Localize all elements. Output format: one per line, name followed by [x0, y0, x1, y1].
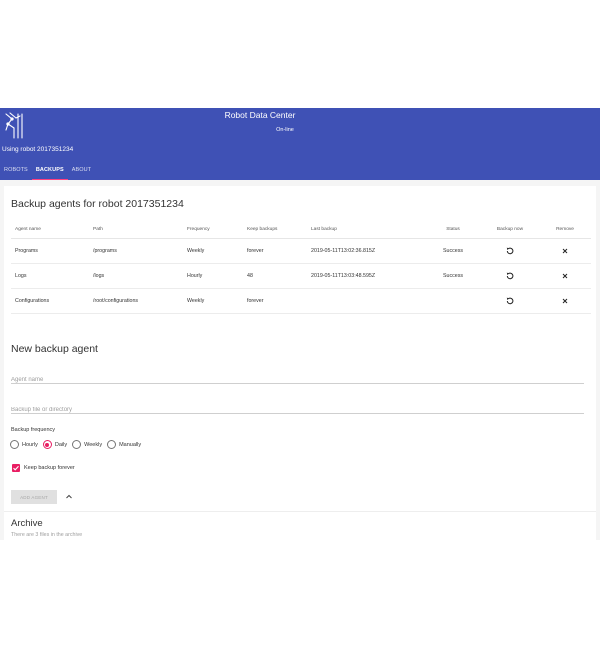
column-header: Remove: [539, 222, 591, 239]
column-header: Agent name: [11, 222, 89, 239]
table-row: Programs /programs Weekly forever 2019-0…: [11, 238, 591, 264]
tab-robots[interactable]: ROBOTS: [0, 164, 32, 180]
column-header: Last backup: [307, 222, 425, 239]
checkmark-icon: [13, 465, 19, 471]
tab-about[interactable]: ABOUT: [68, 164, 95, 180]
column-header: Status: [425, 222, 481, 239]
refresh-icon[interactable]: [505, 246, 515, 256]
backup-path-field: [11, 398, 584, 414]
radio-hourly[interactable]: Hourly: [10, 440, 38, 449]
online-status: On-line: [276, 127, 294, 133]
agent-frequency-cell: Hourly: [183, 263, 243, 289]
radio-label: Hourly: [22, 441, 38, 448]
table-row: Logs /logs Hourly 48 2019-05-11T13:03:48…: [11, 263, 591, 289]
app-header: Robot Data Center On-line Using robot 20…: [0, 108, 600, 180]
archive-subtitle: There are 3 files in the archive: [11, 532, 83, 538]
backup-now-cell: [481, 238, 539, 264]
agent-status-cell: Success: [425, 263, 481, 289]
nav-tabs: ROBOTS BACKUPS ABOUT: [0, 164, 95, 180]
agent-status-cell: [425, 288, 481, 314]
agent-name-cell: Configurations: [11, 288, 89, 314]
radio-label: Weekly: [84, 441, 103, 448]
backups-card: Backup agents for robot 2017351234 Agent…: [4, 186, 596, 540]
agent-path-cell: /root/configurations: [89, 288, 183, 314]
column-header: Backup now: [481, 222, 539, 239]
robot-caption: Using robot 2017351234: [2, 146, 74, 153]
agent-name-cell: Programs: [11, 238, 89, 264]
keep-forever-checkbox-row[interactable]: Keep backup forever: [12, 464, 75, 472]
agent-path-cell: /programs: [89, 238, 183, 264]
agent-keep-cell: forever: [243, 288, 307, 314]
agent-last-backup-cell: [307, 288, 425, 314]
archive-title: Archive: [11, 518, 43, 529]
backup-now-cell: [481, 263, 539, 289]
table-row: Configurations /root/configurations Week…: [11, 288, 591, 314]
tab-backups[interactable]: BACKUPS: [31, 164, 68, 180]
radio-button[interactable]: [107, 440, 117, 449]
app-title: Robot Data Center: [224, 110, 296, 120]
add-agent-button[interactable]: ADD AGENT: [11, 490, 57, 504]
backup-now-cell: [481, 288, 539, 314]
agent-name-cell: Logs: [11, 263, 89, 289]
column-header: Frequency: [183, 222, 243, 239]
agent-frequency-cell: Weekly: [183, 288, 243, 314]
radio-manually[interactable]: Manually: [107, 440, 141, 449]
radio-weekly[interactable]: Weekly: [72, 440, 102, 449]
column-header: Keep backups: [243, 222, 307, 239]
agent-path-cell: /logs: [89, 263, 183, 289]
close-icon[interactable]: [560, 246, 570, 256]
radio-button[interactable]: [72, 440, 82, 449]
close-icon[interactable]: [560, 271, 570, 281]
frequency-radio-group: Hourly Daily Weekly Manually: [10, 440, 146, 449]
radio-button-selected[interactable]: [42, 440, 52, 449]
backup-path-input[interactable]: [11, 403, 584, 413]
agents-table: Agent name Path Frequency Keep backups L…: [11, 222, 591, 314]
radio-daily[interactable]: Daily: [42, 440, 68, 449]
agent-name-input[interactable]: [11, 373, 584, 383]
remove-cell: [539, 288, 591, 314]
agent-name-field: [11, 368, 584, 384]
keep-forever-label: Keep backup forever: [24, 465, 75, 471]
new-agent-section-title: New backup agent: [11, 343, 98, 355]
refresh-icon[interactable]: [505, 296, 515, 306]
chevron-up-icon[interactable]: [64, 492, 74, 502]
table-header-row: Agent name Path Frequency Keep backups L…: [11, 222, 591, 239]
agent-last-backup-cell: 2019-05-11T13:02:36.815Z: [307, 238, 425, 264]
app-window: Robot Data Center On-line Using robot 20…: [0, 108, 600, 540]
radio-label: Manually: [119, 441, 142, 448]
close-icon[interactable]: [560, 296, 570, 306]
section-divider: [4, 511, 596, 512]
agent-keep-cell: 48: [243, 263, 307, 289]
keep-forever-checkbox[interactable]: [12, 464, 20, 472]
agents-section-title: Backup agents for robot 2017351234: [11, 198, 184, 210]
remove-cell: [539, 238, 591, 264]
agent-last-backup-cell: 2019-05-11T13:03:48.595Z: [307, 263, 425, 289]
radio-label: Daily: [54, 441, 68, 448]
agent-frequency-cell: Weekly: [183, 238, 243, 264]
frequency-label: Backup frequency: [11, 427, 56, 433]
remove-cell: [539, 263, 591, 289]
column-header: Path: [89, 222, 183, 239]
agent-keep-cell: forever: [243, 238, 307, 264]
agent-status-cell: Success: [425, 238, 481, 264]
refresh-icon[interactable]: [505, 271, 515, 281]
radio-button[interactable]: [10, 440, 19, 449]
